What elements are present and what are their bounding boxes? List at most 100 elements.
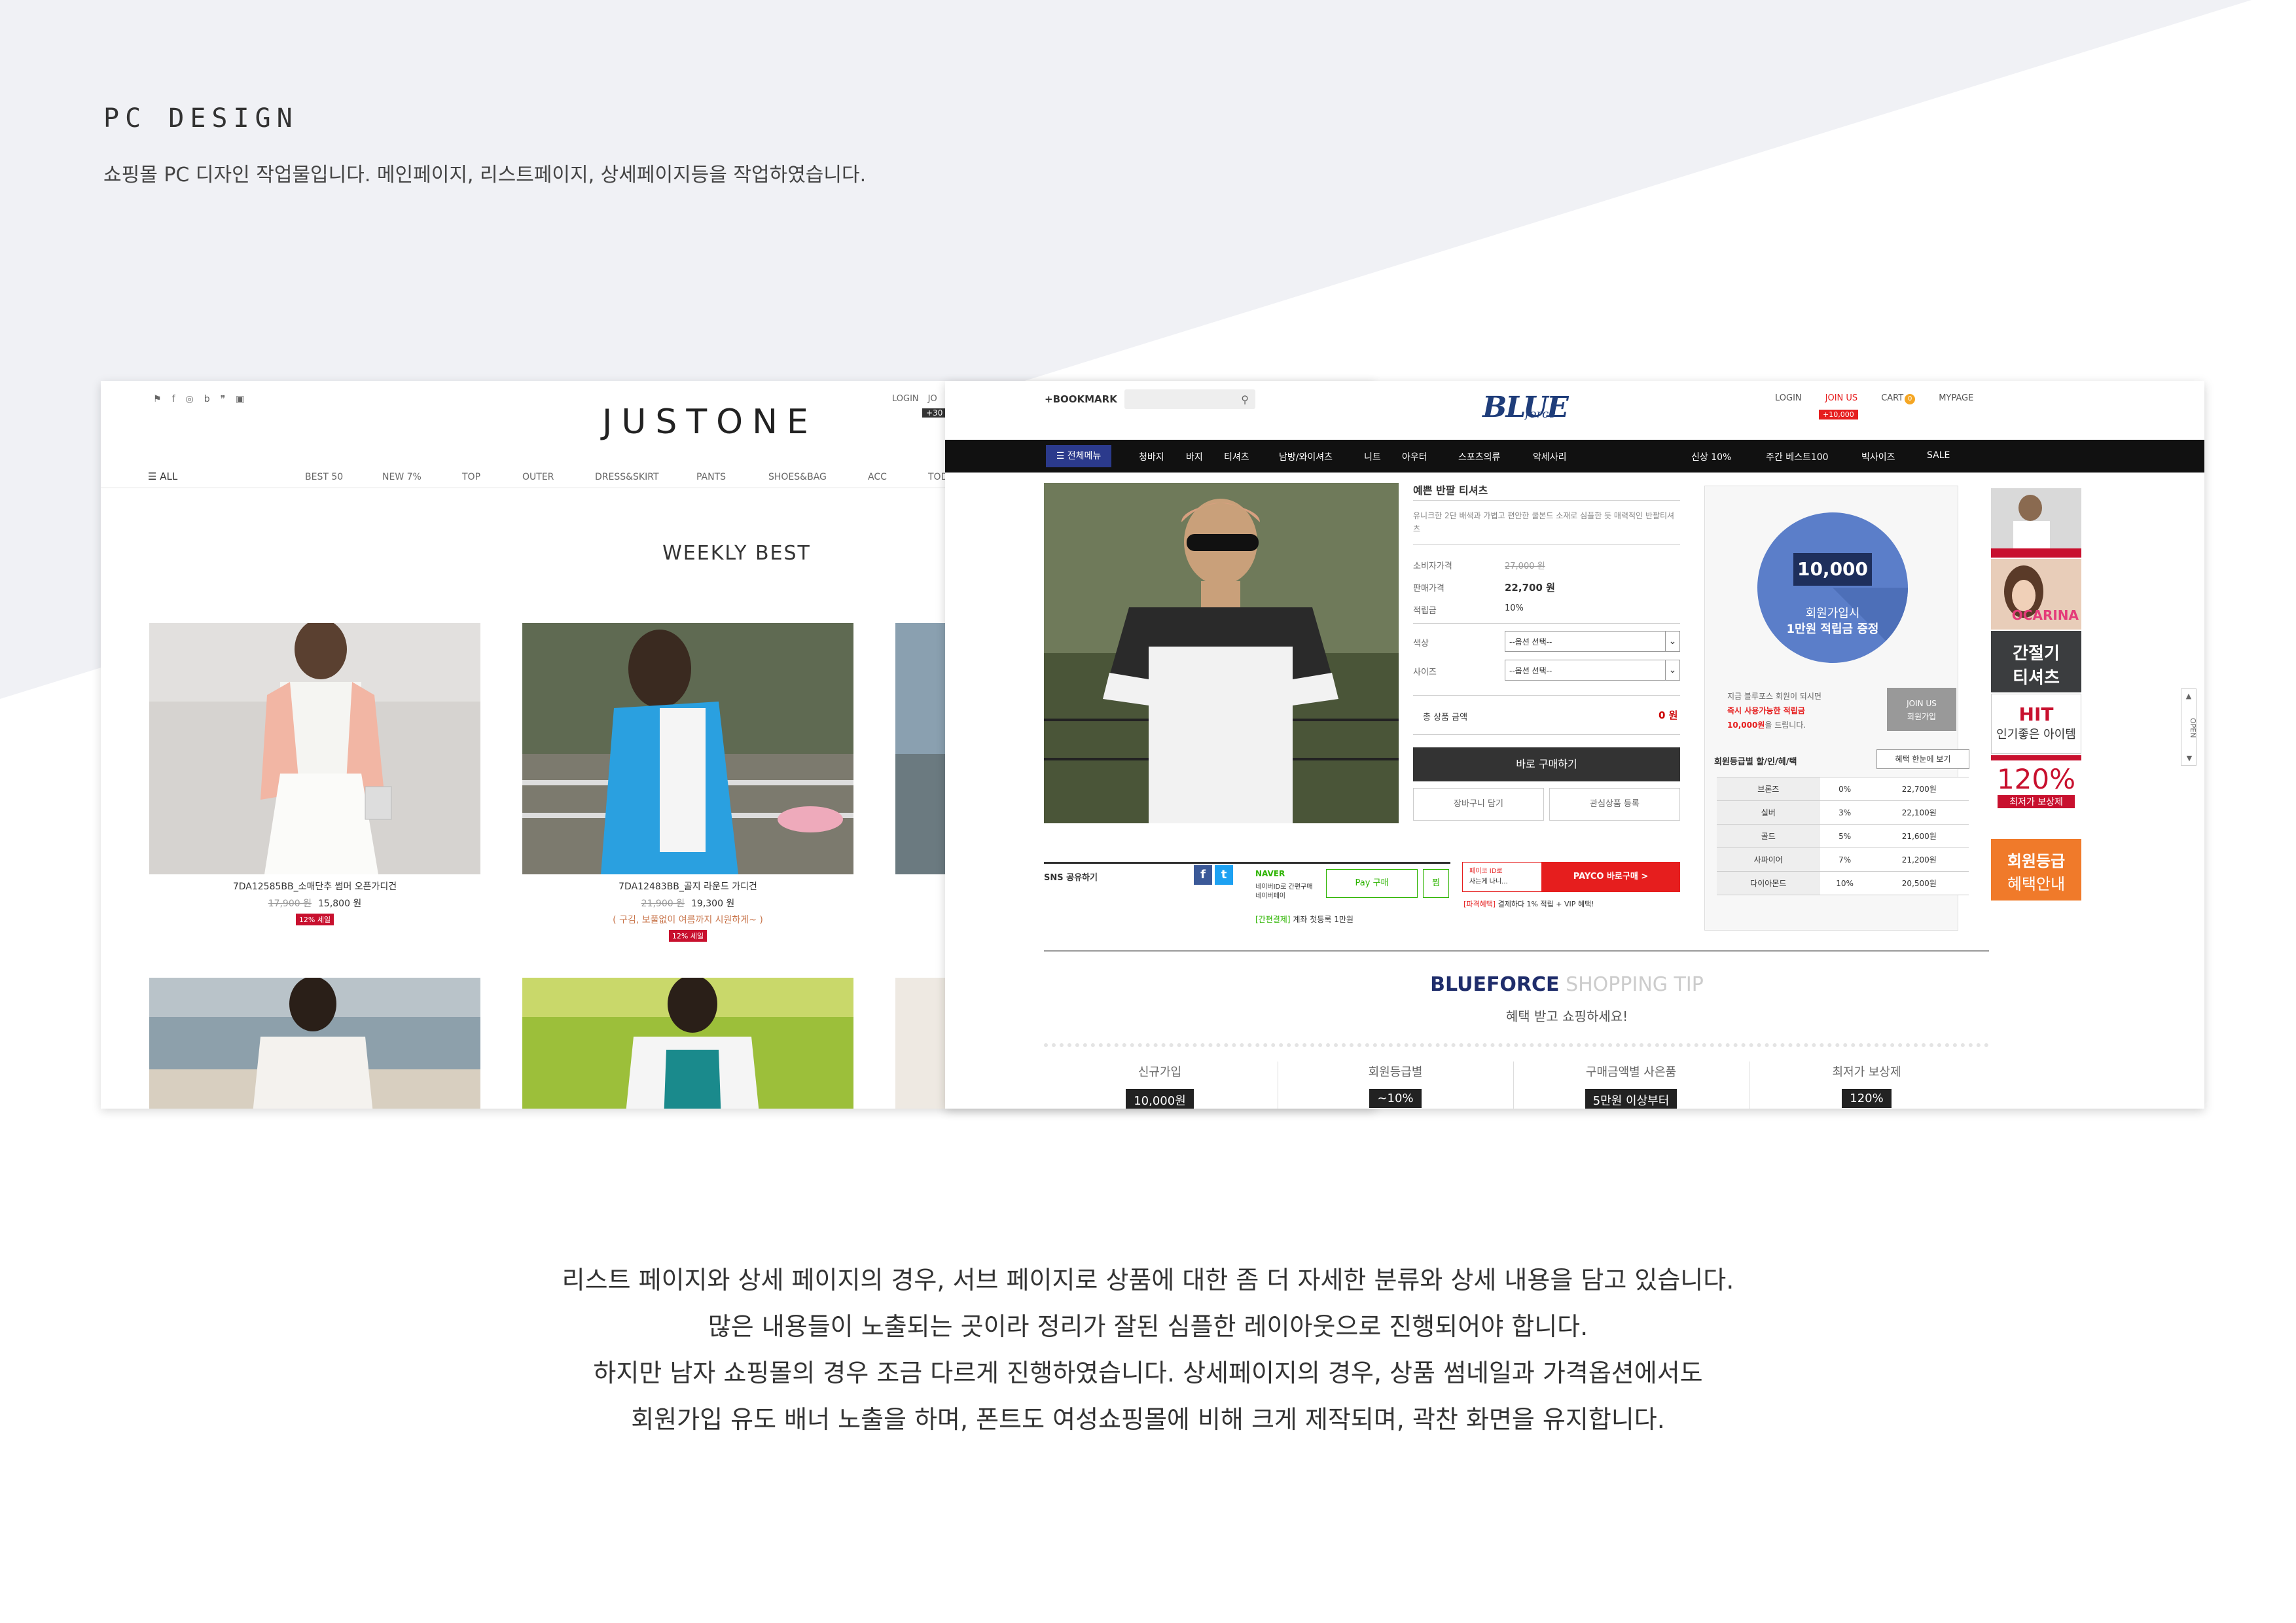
product-image[interactable] [522,978,853,1109]
product-image[interactable] [149,978,480,1109]
naver-wish-button[interactable]: 찜 [1423,869,1449,898]
join-us-button[interactable]: JOIN US 회원가입 [1887,688,1956,731]
size-select[interactable]: --옵션 선택-- ⌄ [1505,660,1680,681]
instagram-icon[interactable]: ◎ [186,394,194,404]
product-image[interactable] [522,623,853,874]
nav-item[interactable]: 남방/와이셔츠 [1279,450,1333,463]
cart-link[interactable]: CART 0 [1881,393,1916,404]
nav-item-bigsize[interactable]: 빅사이즈 [1861,450,1895,463]
all-menu-button[interactable]: ☰ 전체메뉴 [1046,445,1111,467]
product-image[interactable] [149,623,480,874]
nav-item-pants[interactable]: PANTS [696,472,726,482]
payco-left1: 페이코 ID로 [1469,868,1503,875]
blog-icon[interactable]: b [204,394,210,404]
join-link[interactable]: JO [928,394,937,404]
grade-rate: 3% [1820,800,1870,825]
twitter-icon[interactable]: t [1215,865,1233,885]
table-row: 사파이어 7% 21,200원 [1717,847,1969,872]
bookmark-icon[interactable]: ⚑ [153,394,162,404]
naver-pay-button[interactable]: Pay 구매 [1326,869,1418,898]
blueforce-logo[interactable]: BLUE force [1479,393,1571,427]
sale-price: 19,300 원 [691,899,735,909]
nav-item-new[interactable]: 신상 10% [1691,450,1731,463]
app-icon[interactable]: ▣ [236,394,244,404]
nav-item-dress[interactable]: DRESS&SKIRT [595,472,659,482]
nav-item-new[interactable]: NEW 7% [382,472,422,482]
nav-item[interactable]: 악세사리 [1533,450,1567,463]
ad-sub: 혜택안내 [2007,875,2066,893]
nav-item[interactable]: 아우터 [1402,450,1427,463]
ad-banner-120[interactable]: 120% 최저가 보상제 [1991,755,2081,817]
point-rate: 10% [1505,603,1524,613]
join-us-sub: 회원가입 [1907,712,1937,721]
join-text3b: 을 드립니다. [1765,721,1806,730]
product-card[interactable] [522,978,853,1109]
product-card[interactable]: 7DA12585BB_소매단추 썸머 오픈가디건 17,900 원 15,800 … [149,623,480,925]
naver-notice: [간편결제] 계좌 첫등록 1만원 [1255,914,1354,925]
join-points-amount: 10,000 [1793,553,1872,586]
kakao-icon[interactable]: ❞ [221,394,226,404]
grade-price: 21,600원 [1869,824,1969,848]
facebook-icon[interactable]: f [1194,865,1212,885]
color-select[interactable]: --옵션 선택-- ⌄ [1505,631,1680,652]
ad-banner-grade[interactable]: 회원등급 혜택안내 [1991,839,2081,901]
join-badge: +30 [922,408,947,418]
all-menu-button[interactable]: ☰ ALL [148,471,177,482]
nav-item[interactable]: 청바지 [1139,450,1164,463]
grade-benefit-button[interactable]: 혜택 한눈에 보기 [1876,749,1969,769]
chevron-down-icon[interactable]: ▼ [2181,754,2197,762]
chevron-down-icon: ⌄ [1665,632,1679,651]
payco-buy-button[interactable]: PAYCO 바로구매 > [1541,863,1680,891]
product-main-image[interactable] [1044,483,1399,823]
nav-item-top[interactable]: TOP [462,472,480,482]
mypage-link[interactable]: MYPAGE [1939,393,1973,404]
ad-banner-hit[interactable]: HIT 인기좋은 아이템 [1991,694,2081,754]
ad-banner[interactable] [1991,488,2081,558]
nav-item[interactable]: 바지 [1186,450,1203,463]
nav-item-sale[interactable]: SALE [1927,450,1950,461]
product-name[interactable]: 7DA12585BB_소매단추 썸머 오픈가디건 [149,880,480,893]
login-link[interactable]: LOGIN [892,394,919,404]
naver-notice-tag: [간편결제] [1255,915,1291,924]
chevron-up-icon[interactable]: ▲ [2181,692,2196,700]
justone-logo[interactable]: JUSTONE [602,402,817,442]
product-card[interactable]: 7DA12483BB_골지 라운드 가디건 21,900 원 19,300 원 (… [522,623,853,942]
product-desc: 유니크한 2단 배색과 가볍고 편안한 쿨본드 소재로 심플한 듯 매력적인 반… [1413,511,1675,533]
search-icon[interactable]: ⚲ [1241,393,1249,406]
nav-item-outer[interactable]: OUTER [522,472,554,482]
nav-item[interactable]: 니트 [1364,450,1381,463]
add-to-cart-button[interactable]: 장바구니 담기 [1413,788,1544,821]
bookmark-link[interactable]: +BOOKMARK [1045,393,1117,405]
product-card[interactable] [149,978,480,1109]
nav-item[interactable]: 티셔츠 [1224,450,1249,463]
facebook-icon[interactable]: f [172,394,175,404]
grade-name: 실버 [1717,800,1820,825]
ad-banner-tshirt[interactable]: 간절기 티셔츠 [1991,631,2081,692]
ad-label: HIT [2018,704,2054,725]
total-label: 총 상품 금액 [1423,713,1468,722]
nav-item[interactable]: 스포츠의류 [1458,450,1500,463]
divider [1413,544,1680,545]
wishlist-button[interactable]: 관심상품 등록 [1549,788,1680,821]
sale-tag: 12% 세일 [669,930,707,942]
join-text3: 10,000원 [1727,721,1765,730]
nav-item-acc[interactable]: ACC [868,472,887,482]
label-consumer-price: 소비자가격 [1413,562,1452,571]
product-note: ( 구김, 보풀없이 여름까지 시원하게~ ) [613,915,763,925]
search-input[interactable]: ⚲ [1124,389,1255,409]
ad-banner-ocarina[interactable]: OCARINA [1991,559,2081,630]
nav-item-shoes[interactable]: SHOES&BAG [768,472,827,482]
divider [1413,695,1680,696]
buy-now-button[interactable]: 바로 구매하기 [1413,747,1680,781]
table-row: 다이아몬드 10% 20,500원 [1717,871,1969,895]
naver-pay-box: NAVER 네이버ID로 간편구매 네이버페이 Pay 구매 찜 [간편결제] … [1254,862,1450,934]
login-link[interactable]: LOGIN [1775,393,1802,404]
nav-item-best[interactable]: 주간 베스트100 [1766,450,1829,463]
open-panel-button[interactable]: ▲ OPEN ▼ [2181,688,2197,766]
join-link[interactable]: JOIN US [1825,393,1858,404]
nav-item-best50[interactable]: BEST 50 [305,472,343,482]
shopping-tip-title: BLUEFORCE SHOPPING TIP [945,973,2189,996]
payco-banner[interactable]: 페이코 ID로 사는게 나니... PAYCO 바로구매 > [1462,862,1680,892]
product-name[interactable]: 7DA12483BB_골지 라운드 가디건 [522,880,853,893]
ad-label: 간절기 [2013,644,2060,664]
